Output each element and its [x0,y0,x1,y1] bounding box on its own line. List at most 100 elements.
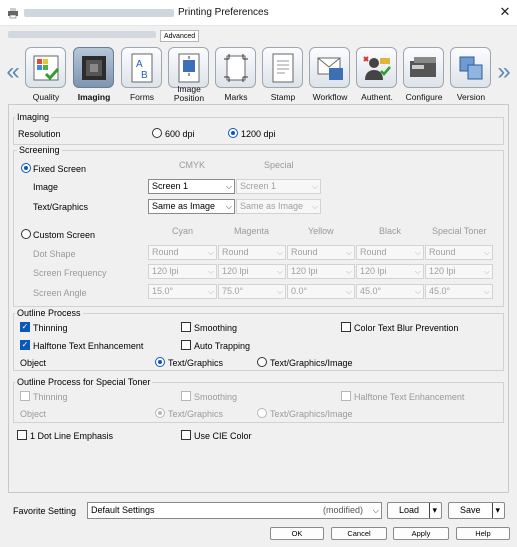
resolution-600-radio[interactable] [152,128,162,138]
tab-marks[interactable]: Marks [212,44,260,104]
chevron-down-icon: ⌵ [207,287,214,296]
angle-black-value: 45.0° [360,286,382,296]
thinning-label: Thinning [33,323,68,333]
tab-image-position[interactable]: Image Position [165,44,213,104]
save-label: Save [460,505,481,515]
special-object-text-label: Text/Graphics [168,409,224,419]
object-text-graphics-image-radio[interactable] [257,357,267,367]
angle-cyan: 15.0° ⌵ [148,284,217,299]
imaging-icon [73,47,114,88]
color-blur-checkbox[interactable] [341,322,351,332]
close-icon[interactable]: ✕ [499,4,511,20]
angle-yellow-value: 0.0° [291,286,308,296]
col-magenta: Magenta [234,226,270,236]
favorite-setting-select[interactable]: Default Settings (modified) ⌵ [87,502,382,519]
chevron-down-icon: ⌵ [311,202,318,211]
tab-imaging[interactable]: Imaging [70,44,118,104]
tab-workflow[interactable]: Workflow [306,44,354,104]
chevron-down-icon: ⌵ [276,248,283,257]
chevron-down-icon: ⌵ [225,182,232,191]
image-cmyk-select[interactable]: Screen 1 ⌵ [148,179,235,194]
cie-color-checkbox[interactable] [181,430,191,440]
resolution-1200-radio[interactable] [228,128,238,138]
thinning-checkbox[interactable]: ✓ [20,322,30,332]
halftone-checkbox[interactable]: ✓ [20,340,30,350]
auto-trapping-checkbox[interactable] [181,340,191,350]
halftone-label: Halftone Text Enhancement [33,341,144,351]
tab-version-label: Version [456,92,486,102]
printer-icon [8,8,18,19]
window-title: Printing Preferences [178,7,269,18]
col-yellow: Yellow [308,226,334,236]
ok-button[interactable]: OK [270,527,324,540]
favorite-setting-value: Default Settings [91,505,155,515]
smoothing-label: Smoothing [194,323,238,333]
dot-shape-special: Round ⌵ [425,245,493,260]
col-cyan: Cyan [172,226,194,236]
angle-magenta-value: 75.0° [222,286,244,296]
caret-down-icon[interactable]: ▾ [429,503,437,518]
chevron-down-icon: ⌵ [414,287,421,296]
tab-version[interactable]: Version [447,44,495,104]
image-special-value: Screen 1 [240,181,277,191]
object-text-graphics-label: Text/Graphics [168,358,224,368]
tab-stamp[interactable]: Stamp [259,44,307,104]
chevron-down-icon: ⌵ [414,267,421,276]
dot-line-label: 1 Dot Line Emphasis [30,431,114,441]
svg-text:B: B [141,70,148,81]
dot-shape-yellow-value: Round [291,247,318,257]
caret-down-icon[interactable]: ▾ [492,503,500,518]
dot-shape-magenta: Round ⌵ [218,245,286,260]
frequency-yellow: 120 lpi ⌵ [287,264,355,279]
angle-yellow: 0.0° ⌵ [287,284,355,299]
object-text-graphics-radio[interactable] [155,357,165,367]
tab-authentication[interactable]: Authent. [353,44,401,104]
fixed-screen-label: Fixed Screen [33,164,87,174]
cancel-button[interactable]: Cancel [331,527,387,540]
special-halftone-label: Halftone Text Enhancement [354,392,465,402]
special-object-label: Object [20,409,47,419]
resolution-label: Resolution [18,129,61,139]
angle-cyan-value: 15.0° [152,286,174,296]
smoothing-checkbox[interactable] [181,322,191,332]
custom-screen-label: Custom Screen [33,230,96,240]
chevron-down-icon: ⌵ [207,267,214,276]
col-special: Special [264,160,294,170]
chevron-down-icon: ⌵ [276,267,283,276]
scroll-right-icon[interactable]: » [497,58,511,86]
angle-special: 45.0° ⌵ [425,284,493,299]
apply-button[interactable]: Apply [393,527,449,540]
screening-group-label: Screening [17,145,62,155]
custom-screen-radio[interactable] [21,229,31,239]
tab-forms[interactable]: AB Forms [118,44,166,104]
fixed-screen-radio[interactable] [21,163,31,173]
scroll-left-icon[interactable]: « [6,58,20,86]
auto-trapping-label: Auto Trapping [194,341,251,351]
dot-shape-cyan-value: Round [152,247,179,257]
chevron-down-icon: ⌵ [372,506,379,515]
tab-advanced[interactable]: Advanced [160,30,200,42]
text-cmyk-select[interactable]: Same as Image ⌵ [148,199,235,214]
special-thinning-checkbox [20,391,30,401]
dot-line-checkbox[interactable] [17,430,27,440]
chevron-down-icon: ⌵ [414,248,421,257]
chevron-down-icon: ⌵ [345,267,352,276]
dot-shape-yellow: Round ⌵ [287,245,355,260]
save-button[interactable]: Save ▾ [448,502,505,519]
help-button[interactable]: Help [456,527,510,540]
screen-angle-label: Screen Angle [33,288,87,298]
load-button[interactable]: Load ▾ [387,502,442,519]
chevron-down-icon: ⌵ [345,287,352,296]
configure-icon [403,47,444,88]
resolution-600-label: 600 dpi [165,129,195,139]
authentication-icon [356,47,397,88]
text-special-value: Same as Image [240,201,304,211]
object-label: Object [20,358,47,368]
tab-quality[interactable]: Quality [22,44,70,104]
frequency-black-value: 120 lpi [360,266,387,276]
color-blur-label: Color Text Blur Prevention [354,323,459,333]
dot-shape-label: Dot Shape [33,249,76,259]
dot-shape-black: Round ⌵ [356,245,424,260]
quality-icon [25,47,66,88]
tab-configure[interactable]: Configure [400,44,448,104]
